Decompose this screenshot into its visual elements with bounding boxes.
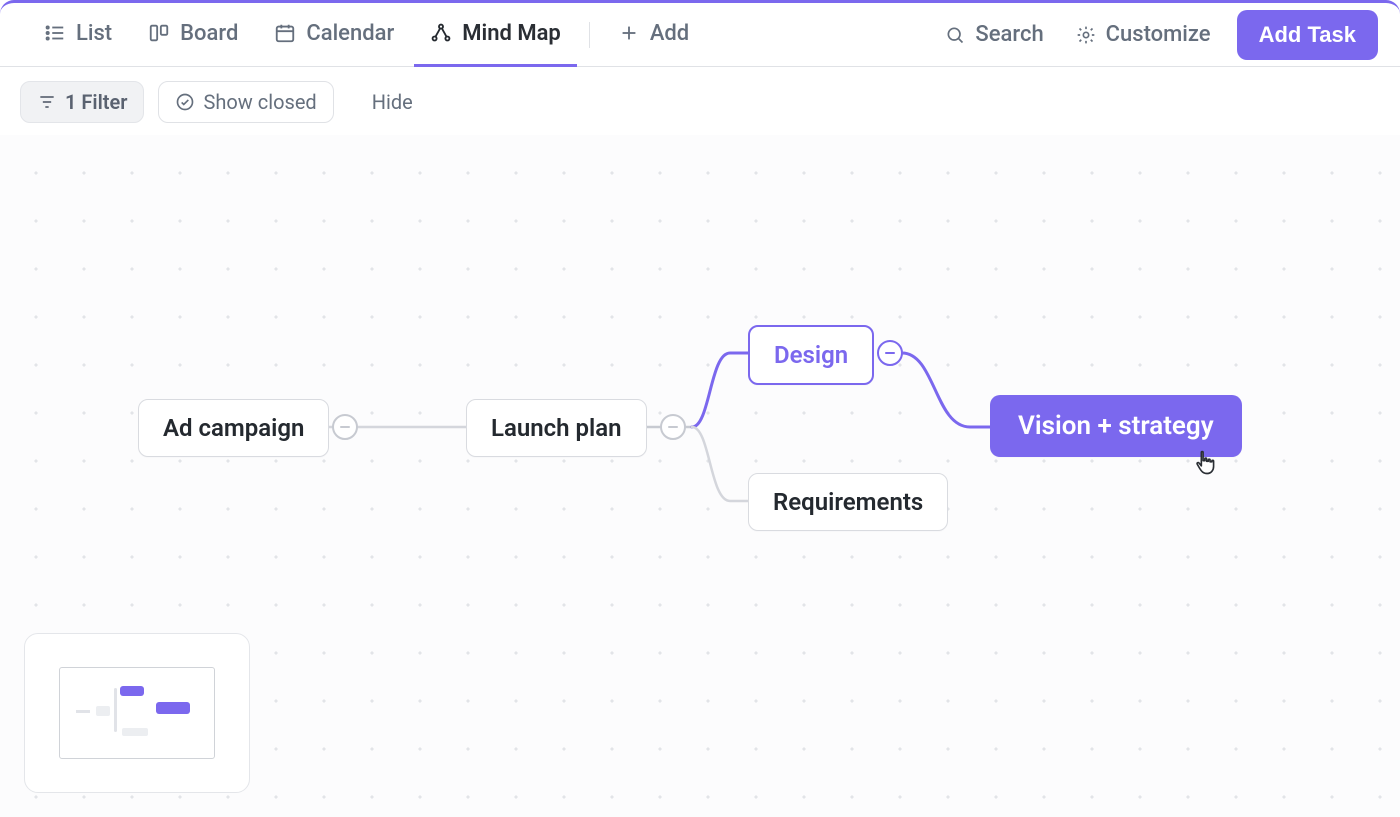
filter-icon <box>37 92 57 112</box>
node-vision-strategy-label: Vision + strategy <box>1018 411 1214 441</box>
tab-list[interactable]: List <box>28 3 128 67</box>
cursor-pointer-icon <box>1192 449 1220 477</box>
node-requirements[interactable]: Requirements <box>748 473 948 531</box>
tab-calendar[interactable]: Calendar <box>258 3 410 67</box>
hide-button[interactable]: Hide <box>372 90 413 114</box>
node-ad-campaign-label: Ad campaign <box>163 414 304 442</box>
board-icon <box>148 22 170 44</box>
show-closed-label: Show closed <box>203 90 316 114</box>
tab-mind-map[interactable]: Mind Map <box>414 3 577 67</box>
search-icon <box>945 25 965 45</box>
tab-board-label: Board <box>180 21 238 46</box>
tab-add-view[interactable]: Add <box>602 3 705 67</box>
gear-icon <box>1076 25 1096 45</box>
mind-map-canvas[interactable]: Ad campaign Launch plan Design Requireme… <box>0 135 1400 817</box>
tab-add-label: Add <box>650 21 689 46</box>
customize-button[interactable]: Customize <box>1070 16 1217 53</box>
filter-chip[interactable]: 1 Filter <box>20 81 144 123</box>
tab-board[interactable]: Board <box>132 3 254 67</box>
filter-bar: 1 Filter Show closed Hide <box>0 67 1400 137</box>
collapse-handle-design[interactable] <box>877 340 903 366</box>
mind-map-icon <box>430 22 452 44</box>
filter-chip-label: 1 Filter <box>65 90 127 114</box>
plus-icon <box>618 22 640 44</box>
minimap[interactable] <box>24 633 250 793</box>
show-closed-chip[interactable]: Show closed <box>158 81 333 123</box>
node-requirements-label: Requirements <box>773 488 923 516</box>
collapse-handle-launch-plan[interactable] <box>660 414 686 440</box>
view-tabs: List Board Calendar Mind Map Add <box>28 3 705 67</box>
node-launch-plan[interactable]: Launch plan <box>466 399 647 457</box>
node-vision-strategy[interactable]: Vision + strategy <box>990 395 1242 457</box>
check-circle-icon <box>175 92 195 112</box>
search-button[interactable]: Search <box>939 16 1049 53</box>
tab-calendar-label: Calendar <box>306 21 394 46</box>
node-ad-campaign[interactable]: Ad campaign <box>138 399 329 457</box>
minimap-viewport <box>59 667 215 759</box>
node-launch-plan-label: Launch plan <box>491 414 622 442</box>
view-tabs-bar: List Board Calendar Mind Map Add Search … <box>0 3 1400 67</box>
hide-label: Hide <box>372 90 413 114</box>
add-task-button[interactable]: Add Task <box>1237 10 1378 60</box>
node-design-label: Design <box>774 341 848 369</box>
search-label: Search <box>975 22 1043 47</box>
tab-list-label: List <box>76 21 112 46</box>
add-task-label: Add Task <box>1259 22 1356 47</box>
node-design[interactable]: Design <box>748 325 874 385</box>
calendar-icon <box>274 22 296 44</box>
list-icon <box>44 22 66 44</box>
tab-mind-map-label: Mind Map <box>462 21 561 46</box>
collapse-handle-ad-campaign[interactable] <box>332 414 358 440</box>
tab-separator <box>589 22 590 48</box>
customize-label: Customize <box>1106 22 1211 47</box>
toolbar-right: Search Customize Add Task <box>939 10 1378 60</box>
